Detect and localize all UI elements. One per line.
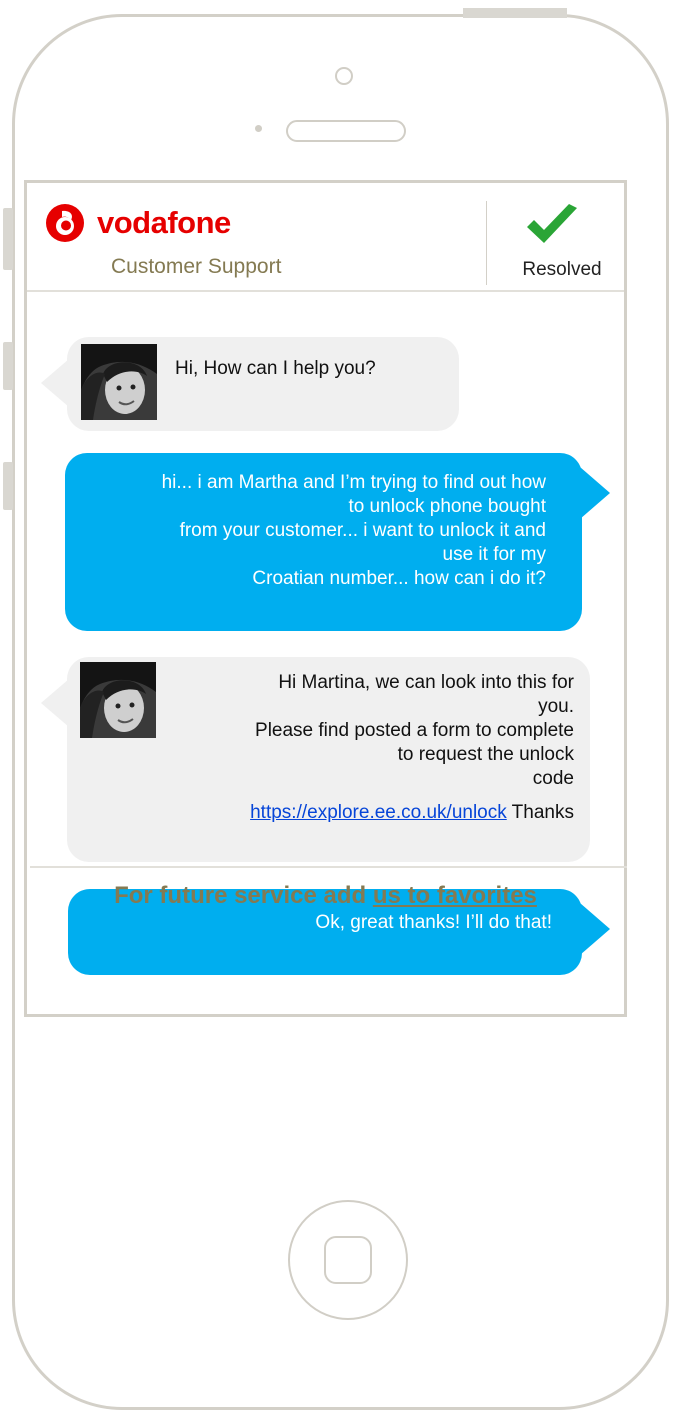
user-message: hi... i am Martha and I’m trying to find… (65, 453, 610, 631)
bubble-tail (41, 359, 69, 407)
earpiece-speaker (286, 120, 406, 142)
bubble-tail (580, 903, 610, 955)
mute-switch (3, 208, 13, 270)
header-divider-line (27, 290, 624, 292)
message-text: Ok, great thanks! I’ll do that! (315, 912, 552, 933)
home-button[interactable] (288, 1200, 408, 1320)
header-divider (486, 201, 487, 285)
message-text: Hi Martina, we can look into this for yo… (255, 672, 574, 789)
message-text: Hi, How can I help you? (175, 358, 376, 379)
vodafone-speechmark-icon (46, 204, 84, 242)
volume-up-button (3, 342, 13, 390)
proximity-sensor (255, 125, 262, 132)
volume-down-button (3, 462, 13, 510)
add-to-favorites-link[interactable]: us to favorites (373, 882, 537, 909)
agent-message: Hi Martina, we can look into this for yo… (41, 657, 590, 862)
message-link-line: https://explore.ee.co.uk/unlock Thanks (134, 801, 574, 825)
agent-avatar (81, 344, 157, 420)
front-camera (335, 67, 353, 85)
message-text: Thanks (506, 802, 574, 823)
bubble-tail (580, 467, 610, 519)
page-subtitle: Customer Support (111, 255, 282, 278)
agent-avatar (80, 662, 156, 738)
status-label: Resolved (522, 259, 602, 280)
vodafone-logo: vodafone (45, 203, 231, 243)
message-text: hi... i am Martha and I’m trying to find… (161, 472, 546, 589)
home-square-icon (324, 1236, 372, 1284)
bubble-tail (41, 679, 69, 727)
agent-message: Hi, How can I help you? (41, 337, 459, 431)
brand-name: vodafone (97, 205, 231, 240)
power-button (463, 8, 567, 18)
check-mark-icon (527, 204, 577, 243)
unlock-link[interactable]: https://explore.ee.co.uk/unlock (250, 802, 507, 823)
